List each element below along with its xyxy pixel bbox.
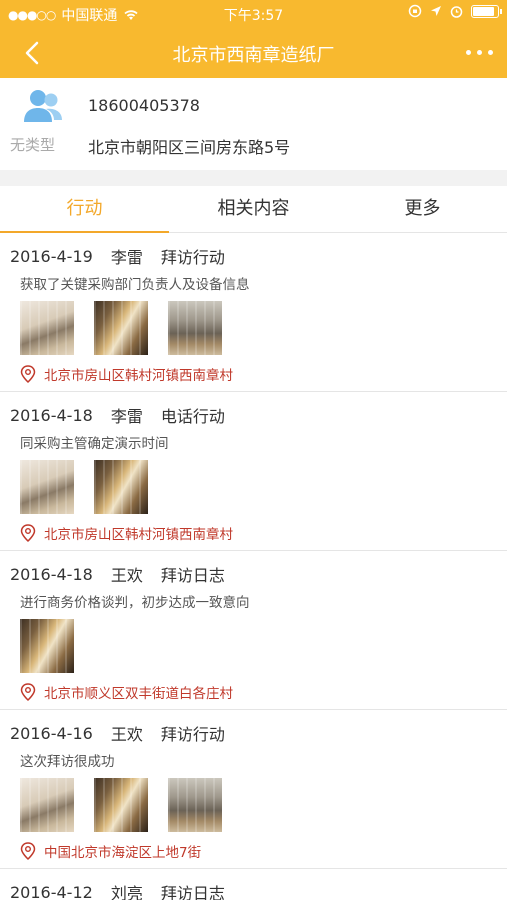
activity-photos xyxy=(10,301,497,355)
activity-person: 王欢 xyxy=(110,725,143,744)
status-bar: ●●●○○ 中国联通 下午3:57 xyxy=(0,0,507,28)
activity-type: 电话行动 xyxy=(160,407,225,426)
activity-list: 2016-4-19 李雷 拜访行动 获取了关键采购部门负责人及设备信息 北京市房山区韩村… xyxy=(0,233,507,900)
location-pin-icon xyxy=(20,524,36,542)
activity-description: 同采购主管确定演示时间 xyxy=(20,436,169,452)
activity-photo[interactable] xyxy=(20,619,74,673)
contact-card: 无类型 18600405378 北京市朝阳区三间房东路5号 xyxy=(0,78,507,170)
activity-person: 李雷 xyxy=(110,248,143,267)
activity-photo[interactable] xyxy=(168,778,222,832)
activity-date: 2016-4-19 xyxy=(10,246,93,266)
activity-photos xyxy=(10,460,497,514)
battery-icon xyxy=(471,4,502,18)
activity-photo[interactable] xyxy=(20,460,74,514)
location-pin-icon xyxy=(20,365,36,383)
tab-more[interactable]: 更多 xyxy=(338,186,507,232)
more-options-icon[interactable] xyxy=(466,50,493,55)
activity-photo[interactable] xyxy=(94,301,148,355)
activity-date: 2016-4-16 xyxy=(10,723,93,743)
alarm-icon xyxy=(450,5,463,18)
activity-date: 2016-4-18 xyxy=(10,564,93,584)
activity-item[interactable]: 2016-4-18 李雷 电话行动同采购主管确定演示时间北京市房山区韩村河镇西南章村 xyxy=(0,392,507,551)
contact-phone[interactable]: 18600405378 xyxy=(88,96,200,115)
activity-item[interactable]: 2016-4-19 李雷 拜访行动获取了关键采购部门负责人及设备信息北京市房山区韩村… xyxy=(0,233,507,392)
activity-location-text: 北京市房山区韩村河镇西南章村 xyxy=(44,527,233,543)
activity-header: 2016-4-18 李雷 电话行动 xyxy=(10,402,497,428)
activity-photo[interactable] xyxy=(168,301,222,355)
activity-type: 拜访行动 xyxy=(160,725,225,744)
back-icon[interactable] xyxy=(18,38,48,68)
activity-item[interactable]: 2016-4-12刘亮拜访日志这次拜访很成功 xyxy=(0,869,507,900)
activity-person: 李雷 xyxy=(110,407,143,426)
activity-header: 2016-4-19 李雷 拜访行动 xyxy=(10,243,497,269)
activity-location-text: 北京市顺义区双丰街道白各庄村 xyxy=(44,686,233,702)
activity-location-text: 北京市房山区韩村河镇西南章村 xyxy=(44,368,233,384)
tab-bar: 行动 相关内容 更多 xyxy=(0,186,507,233)
rotation-lock-icon xyxy=(408,4,422,18)
activity-person: 王欢 xyxy=(110,566,143,585)
activity-date: 2016-4-18 xyxy=(10,405,93,425)
location-arrow-icon xyxy=(431,6,441,16)
activity-location[interactable]: 北京市顺义区双丰街道白各庄村 xyxy=(10,681,497,709)
activity-header: 2016-4-12 刘亮 拜访日志 xyxy=(10,879,497,900)
activity-header: 2016-4-16 王欢 拜访行动 xyxy=(10,720,497,746)
activity-location[interactable]: 北京市房山区韩村河镇西南章村 xyxy=(10,522,497,550)
activity-photos xyxy=(10,619,497,673)
contact-type-label: 无类型 xyxy=(10,136,56,154)
activity-photo[interactable] xyxy=(20,301,74,355)
activity-description: 这次拜访很成功 xyxy=(20,754,115,770)
activity-photos xyxy=(10,778,497,832)
activity-header: 2016-4-18 王欢 拜访日志 xyxy=(10,561,497,587)
location-pin-icon xyxy=(20,683,36,701)
tab-related-content[interactable]: 相关内容 xyxy=(169,186,338,232)
activity-type: 拜访日志 xyxy=(160,566,225,585)
activity-description: 进行商务价格谈判，初步达成一致意向 xyxy=(20,595,250,611)
activity-location[interactable]: 北京市房山区韩村河镇西南章村 xyxy=(10,363,497,391)
activity-item[interactable]: 2016-4-18 王欢 拜访日志进行商务价格谈判，初步达成一致意向北京市顺义区双丰… xyxy=(0,551,507,710)
activity-date: 2016-4-12 xyxy=(10,882,93,900)
tab-actions[interactable]: 行动 xyxy=(0,186,169,233)
activity-location[interactable]: 中国北京市海淀区上地7街 xyxy=(10,840,497,868)
activity-photo[interactable] xyxy=(20,778,74,832)
activity-type: 拜访日志 xyxy=(160,884,225,900)
activity-type: 拜访行动 xyxy=(160,248,225,267)
activity-description: 获取了关键采购部门负责人及设备信息 xyxy=(20,277,250,293)
contact-avatar-icon xyxy=(24,90,62,122)
activity-photo[interactable] xyxy=(94,460,148,514)
activity-person: 刘亮 xyxy=(110,884,143,900)
page-title: 北京市西南章造纸厂 xyxy=(172,45,335,66)
navigation-bar: 北京市西南章造纸厂 xyxy=(0,28,507,78)
activity-item[interactable]: 2016-4-16 王欢 拜访行动这次拜访很成功中国北京市海淀区上地7街 xyxy=(0,710,507,869)
activity-location-text: 中国北京市海淀区上地7街 xyxy=(44,845,202,861)
location-pin-icon xyxy=(20,842,36,860)
activity-photo[interactable] xyxy=(94,778,148,832)
contact-address: 北京市朝阳区三间房东路5号 xyxy=(88,138,291,157)
